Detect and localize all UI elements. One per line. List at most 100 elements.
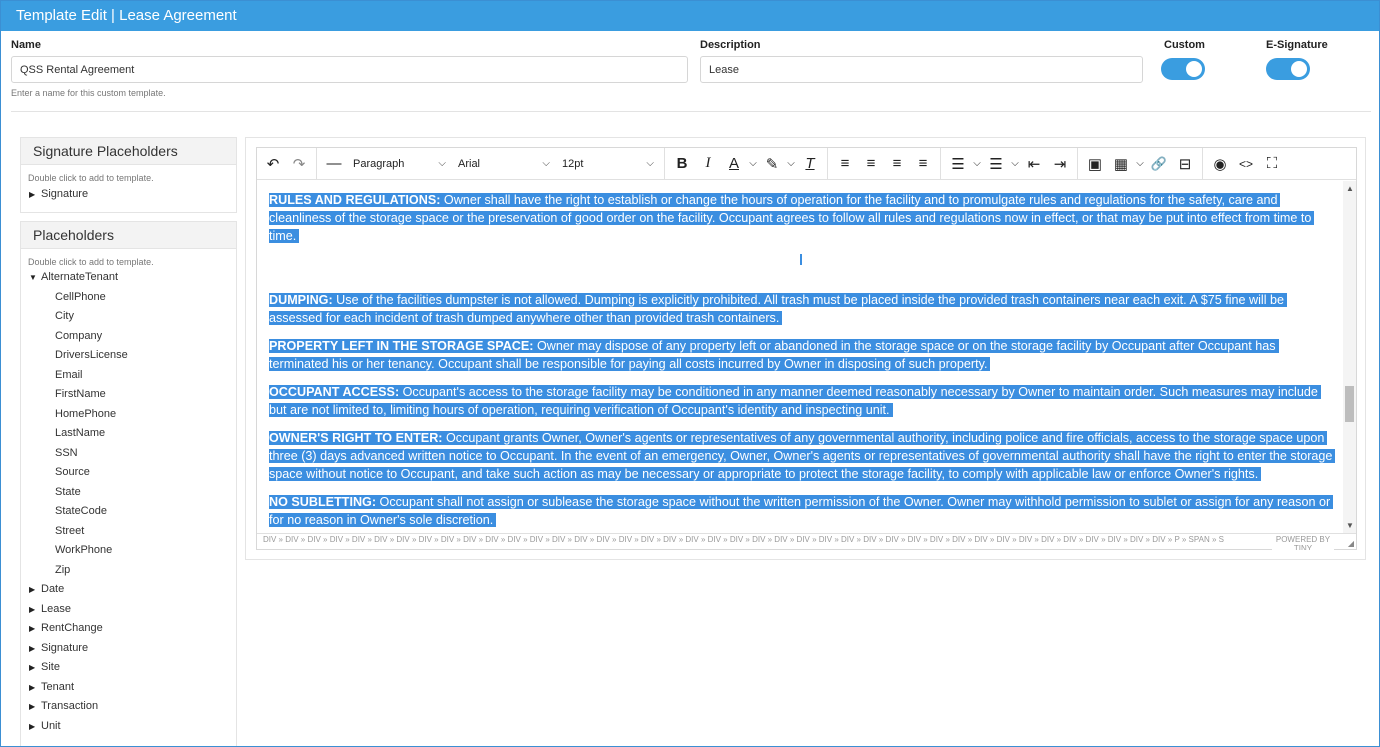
link-icon[interactable]: 🔗 (1146, 151, 1172, 177)
placeholders-tree: ▼ AlternateTenant CellPhone City Company … (21, 267, 236, 736)
divider (11, 111, 1371, 112)
tree-group-label: Site (41, 661, 60, 673)
caret-right-icon: ▶ (29, 604, 36, 614)
chevron-down-icon[interactable]: ⌵ (971, 151, 983, 177)
tree-group-label: Unit (41, 719, 61, 732)
tree-item-label: Signature (41, 188, 89, 200)
font-size-select[interactable]: 12pt ⌵ (556, 151, 660, 177)
description-input[interactable] (700, 56, 1143, 83)
paragraph-heading: NO SUBLETTING: (269, 495, 377, 509)
tree-item[interactable]: State (21, 483, 236, 503)
chevron-down-icon[interactable]: ⌵ (1009, 151, 1021, 177)
window-title: Template Edit | Lease Agreement (1, 1, 1379, 31)
tree-item[interactable]: WorkPhone (21, 541, 236, 561)
tree-item[interactable]: StateCode (21, 502, 236, 522)
resize-handle-icon[interactable]: ◢ (1348, 539, 1354, 549)
outdent-icon[interactable]: ⇤ (1021, 151, 1047, 177)
esignature-toggle[interactable] (1266, 58, 1310, 80)
align-center-icon[interactable]: ≡ (858, 151, 884, 177)
chevron-down-icon: ⌵ (542, 158, 550, 169)
signature-placeholders-panel: Signature Placeholders Double click to a… (20, 137, 237, 213)
justify-icon[interactable]: ≡ (910, 151, 936, 177)
tree-group-transaction[interactable]: ▶ Transaction (21, 697, 236, 717)
tree-group-label: Transaction (41, 700, 99, 712)
align-left-icon[interactable]: ≡ (832, 151, 858, 177)
tree-group-signature[interactable]: ▶ Signature (21, 639, 236, 659)
document-paragraph: NO SUBLETTING: Occupant shall not assign… (269, 493, 1334, 529)
chevron-down-icon[interactable]: ⌵ (1134, 151, 1146, 177)
tree-group-label: Lease (41, 602, 71, 615)
description-label: Description (700, 39, 761, 51)
table-icon[interactable]: ▦ (1108, 151, 1134, 177)
esignature-label: E-Signature (1266, 39, 1328, 51)
tree-item[interactable]: LastName (21, 424, 236, 444)
bullet-list-icon[interactable]: ☰ (945, 151, 971, 177)
tree-item[interactable]: DriversLicense (21, 346, 236, 366)
numbered-list-icon[interactable]: ☰ (983, 151, 1009, 177)
tree-item[interactable]: FirstName (21, 385, 236, 405)
editor-scrollbar[interactable]: ▲ ▼ (1343, 181, 1356, 533)
paragraph-heading: OWNER'S RIGHT TO ENTER: (269, 431, 443, 445)
editor-content[interactable]: RULES AND REGULATIONS: Owner shall have … (257, 181, 1345, 533)
tree-item[interactable]: City (21, 307, 236, 327)
chevron-down-icon[interactable]: ⌵ (785, 151, 797, 177)
tree-group-date[interactable]: ▶ Date (21, 580, 236, 600)
source-code-icon[interactable]: <> (1233, 151, 1259, 177)
tree-group-label: RentChange (41, 622, 103, 634)
insert-image-icon[interactable]: ▣ (1082, 151, 1108, 177)
align-right-icon[interactable]: ≡ (884, 151, 910, 177)
font-family-select[interactable]: Arial ⌵ (452, 151, 556, 177)
tree-group-lease[interactable]: ▶ Lease (21, 600, 236, 620)
powered-by-tiny[interactable]: POWERED BY TINY (1272, 535, 1334, 550)
name-input[interactable] (11, 56, 688, 83)
tree-group-label: Date (41, 583, 65, 595)
tree-group-rentchange[interactable]: ▶ RentChange (21, 619, 236, 639)
tree-group-alternatetenant[interactable]: ▼ AlternateTenant (21, 268, 236, 288)
redo-icon[interactable]: ↷ (286, 151, 312, 177)
scroll-thumb[interactable] (1345, 386, 1354, 422)
tree-item[interactable]: SSN (21, 444, 236, 464)
toolbar-separator (316, 147, 317, 180)
tree-item[interactable]: CellPhone (21, 288, 236, 308)
italic-icon[interactable]: I (695, 151, 721, 177)
tree-item[interactable]: Source (21, 463, 236, 483)
signature-placeholders-title: Signature Placeholders (21, 138, 236, 165)
toolbar-separator (1202, 147, 1203, 180)
indent-icon[interactable]: ⇥ (1047, 151, 1073, 177)
undo-icon[interactable]: ↶ (260, 151, 286, 177)
tree-item[interactable]: Street (21, 522, 236, 542)
font-family-value: Arial (458, 157, 481, 170)
block-format-select[interactable]: Paragraph ⌵ (347, 151, 452, 177)
caret-right-icon: ▶ (29, 702, 36, 711)
tree-item[interactable]: Company (21, 327, 236, 347)
template-edit-window: Template Edit | Lease Agreement Name Ent… (0, 0, 1380, 747)
tree-item[interactable]: HomePhone (21, 405, 236, 425)
toggle-knob (1186, 61, 1202, 77)
custom-toggle[interactable] (1161, 58, 1205, 80)
tree-item-signature[interactable]: ▶ Signature (21, 185, 236, 205)
document-paragraph: OCCUPANT ACCESS: Occupant's access to th… (269, 383, 1333, 419)
highlight-color-icon[interactable]: ✎ (759, 151, 785, 177)
caret-right-icon: ▶ (29, 682, 36, 692)
tree-item[interactable]: Email (21, 366, 236, 386)
tree-item[interactable]: Zip (21, 561, 236, 581)
clear-formatting-icon[interactable]: T (797, 151, 823, 177)
element-path[interactable]: DIV » DIV » DIV » DIV » DIV » DIV » DIV … (263, 535, 1224, 545)
toolbar-separator (940, 147, 941, 180)
chevron-down-icon[interactable]: ⌵ (747, 151, 759, 177)
preview-icon[interactable]: ◉ (1207, 151, 1233, 177)
text-color-icon[interactable]: A (721, 151, 747, 177)
tree-group-site[interactable]: ▶ Site (21, 658, 236, 678)
page-break-icon[interactable]: ⊟ (1172, 151, 1198, 177)
document-paragraph: OWNER'S RIGHT TO ENTER: Occupant grants … (269, 429, 1336, 483)
scroll-down-icon[interactable]: ▼ (1346, 521, 1354, 530)
fullscreen-icon[interactable]: ⛶ (1259, 151, 1285, 177)
tree-group-label: AlternateTenant (41, 271, 119, 283)
horizontal-rule-icon[interactable]: — (321, 151, 347, 177)
scroll-up-icon[interactable]: ▲ (1346, 184, 1354, 193)
bold-icon[interactable]: B (669, 151, 695, 177)
toolbar-separator (827, 147, 828, 180)
placeholders-hint: Double click to add to template. (28, 257, 154, 267)
tree-group-tenant[interactable]: ▶ Tenant (21, 678, 236, 698)
tree-group-unit[interactable]: ▶ Unit (21, 717, 236, 737)
